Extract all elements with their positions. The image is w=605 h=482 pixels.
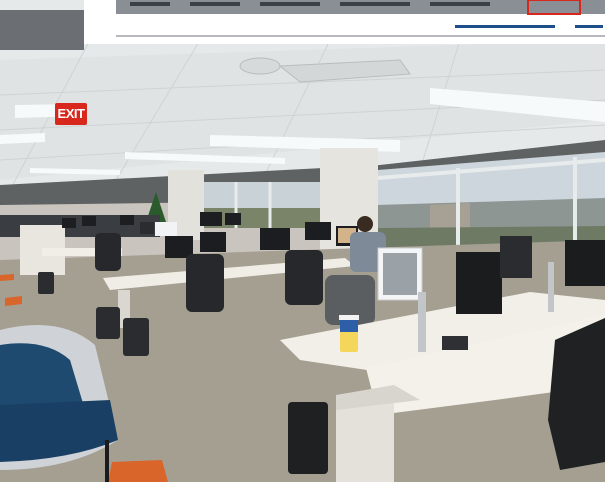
top-left-panel: [0, 10, 84, 50]
ceiling-sensor: [239, 57, 281, 75]
top-overlay-tick-row: [455, 25, 603, 28]
office-scene-svg: [0, 0, 605, 482]
floor-accent-3: [108, 460, 168, 482]
exit-sign-label: EXIT: [57, 106, 85, 121]
cup-label: [341, 330, 357, 344]
right-office-chair: [548, 318, 605, 470]
office-photo: EXIT: [0, 0, 605, 482]
floor-accent-1: [0, 274, 14, 281]
